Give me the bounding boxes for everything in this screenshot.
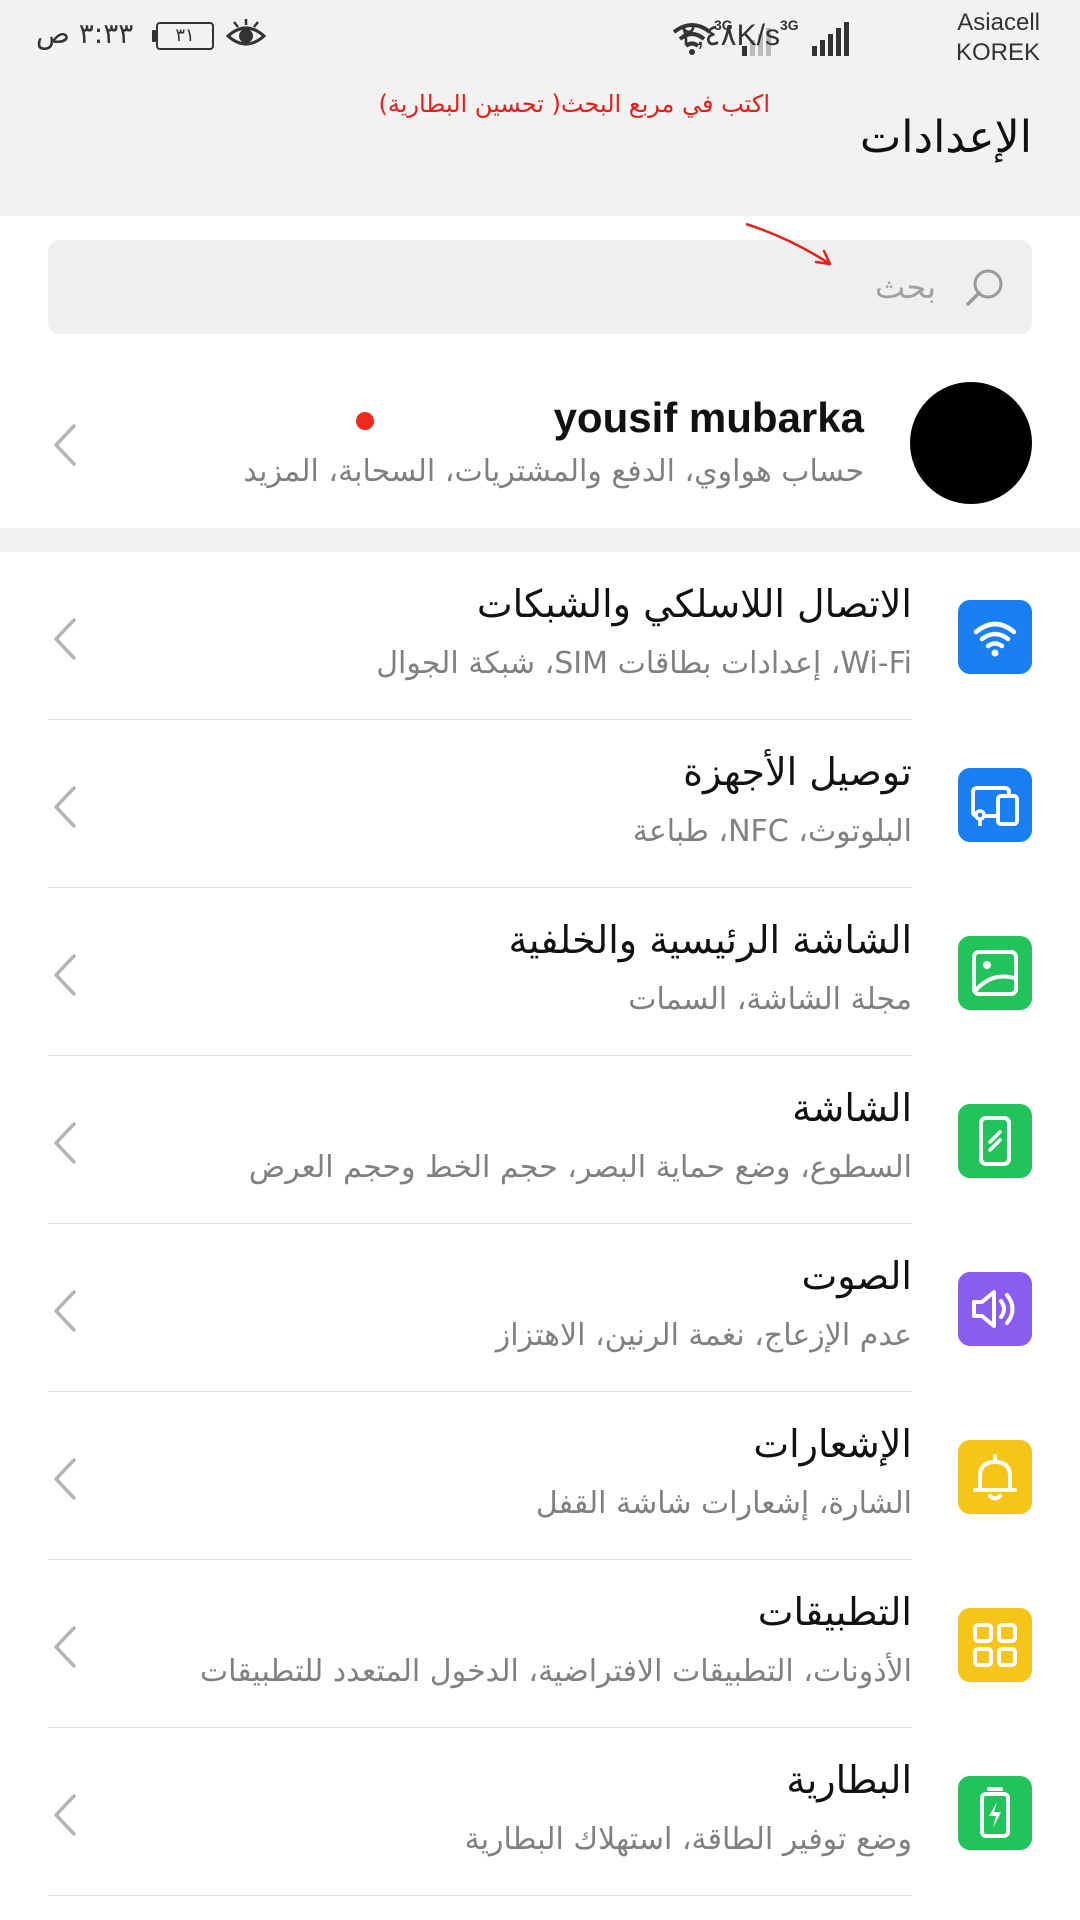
chevron-left-icon	[54, 618, 76, 660]
settings-item-home-screen-wallpaper[interactable]: الشاشة الرئيسية والخلفية مجلة الشاشة، ال…	[0, 888, 1080, 1056]
apps-icon	[958, 1608, 1032, 1682]
settings-item-title: التطبيقات	[757, 1590, 912, 1634]
settings-item-subtitle: البلوتوث، NFC، طباعة	[632, 814, 912, 849]
search-icon	[966, 269, 1003, 306]
settings-item-subtitle: السطوع، وضع حماية البصر، حجم الخط وحجم ا…	[248, 1150, 912, 1185]
eye-comfort-icon	[226, 19, 266, 46]
avatar[interactable]	[910, 382, 1032, 504]
section-divider	[0, 528, 1080, 552]
settings-item-apps[interactable]: التطبيقات الأذونات، التطبيقات الافتراضية…	[0, 1560, 1080, 1728]
chevron-left-icon	[54, 954, 76, 996]
wallpaper-icon	[958, 936, 1032, 1010]
account-name: yousif mubarka	[553, 394, 864, 441]
settings-item-title: البطارية	[786, 1758, 912, 1802]
carrier-name-1: Asiacell	[957, 9, 1040, 36]
settings-item-subtitle: الشارة، إشعارات شاشة القفل	[535, 1486, 912, 1521]
chevron-left-icon	[54, 1626, 76, 1668]
status-bar: Asiacell KOREK 3G 3G ٢,٤٨K/s ٣١ ٣:٣٣ ص	[0, 0, 1080, 78]
network-speed: ٢,٤٨K/s	[679, 19, 780, 52]
chevron-left-icon	[54, 1794, 76, 1836]
page-header: الإعدادات	[0, 78, 1080, 216]
settings-item-title: الاتصال اللاسلكي والشبكات	[476, 582, 912, 626]
settings-list: الاتصال اللاسلكي والشبكات Wi-Fi، إعدادات…	[0, 552, 1080, 1896]
battery-icon: ٣١	[152, 22, 216, 50]
account-subtitle: حساب هواوي، الدفع والمشتريات، السحابة، ا…	[243, 454, 864, 489]
account-card[interactable]: yousif mubarka حساب هواوي، الدفع والمشتر…	[0, 364, 1080, 526]
settings-item-title: الصوت	[801, 1254, 913, 1298]
network-type-2: 3G	[780, 17, 799, 33]
carrier-names: Asiacell KOREK	[880, 8, 1040, 68]
chevron-left-icon	[54, 424, 76, 466]
notification-dot	[356, 412, 374, 430]
page-title: الإعدادات	[859, 112, 1032, 163]
carrier-name-2: KOREK	[955, 39, 1040, 66]
settings-item-subtitle: مجلة الشاشة، السمات	[628, 982, 912, 1017]
clock: ٣:٣٣ ص	[36, 17, 134, 50]
search-bar[interactable]	[48, 240, 1032, 334]
settings-item-title: الشاشة	[792, 1086, 912, 1130]
battery-level: ٣١	[156, 22, 214, 50]
chevron-left-icon	[54, 786, 76, 828]
search-input[interactable]	[96, 258, 936, 316]
chevron-left-icon	[54, 1122, 76, 1164]
chevron-left-icon	[54, 1458, 76, 1500]
battery-icon	[958, 1776, 1032, 1850]
settings-item-wireless-networks[interactable]: الاتصال اللاسلكي والشبكات Wi-Fi، إعدادات…	[0, 552, 1080, 720]
settings-item-notifications[interactable]: الإشعارات الشارة، إشعارات شاشة القفل	[0, 1392, 1080, 1560]
display-icon	[958, 1104, 1032, 1178]
settings-item-display[interactable]: الشاشة السطوع، وضع حماية البصر، حجم الخط…	[0, 1056, 1080, 1224]
settings-item-sound[interactable]: الصوت عدم الإزعاج، نغمة الرنين، الاهتزاز	[0, 1224, 1080, 1392]
chevron-left-icon	[54, 1290, 76, 1332]
settings-item-subtitle: Wi-Fi، إعدادات بطاقات SIM، شبكة الجوال	[376, 646, 912, 681]
settings-item-battery[interactable]: البطارية وضع توفير الطاقة، استهلاك البطا…	[0, 1728, 1080, 1896]
bell-icon	[958, 1440, 1032, 1514]
device-connection-icon	[958, 768, 1032, 842]
divider	[48, 1895, 912, 1896]
settings-item-title: الشاشة الرئيسية والخلفية	[508, 918, 912, 962]
settings-item-subtitle: الأذونات، التطبيقات الافتراضية، الدخول ا…	[199, 1654, 912, 1689]
settings-item-title: توصيل الأجهزة	[683, 750, 912, 794]
settings-item-title: الإشعارات	[753, 1422, 912, 1466]
settings-item-subtitle: عدم الإزعاج، نغمة الرنين، الاهتزاز	[495, 1318, 912, 1353]
settings-item-device-connection[interactable]: توصيل الأجهزة البلوتوث، NFC، طباعة	[0, 720, 1080, 888]
settings-item-subtitle: وضع توفير الطاقة، استهلاك البطارية	[464, 1822, 912, 1857]
sound-icon	[958, 1272, 1032, 1346]
wifi-icon	[958, 600, 1032, 674]
